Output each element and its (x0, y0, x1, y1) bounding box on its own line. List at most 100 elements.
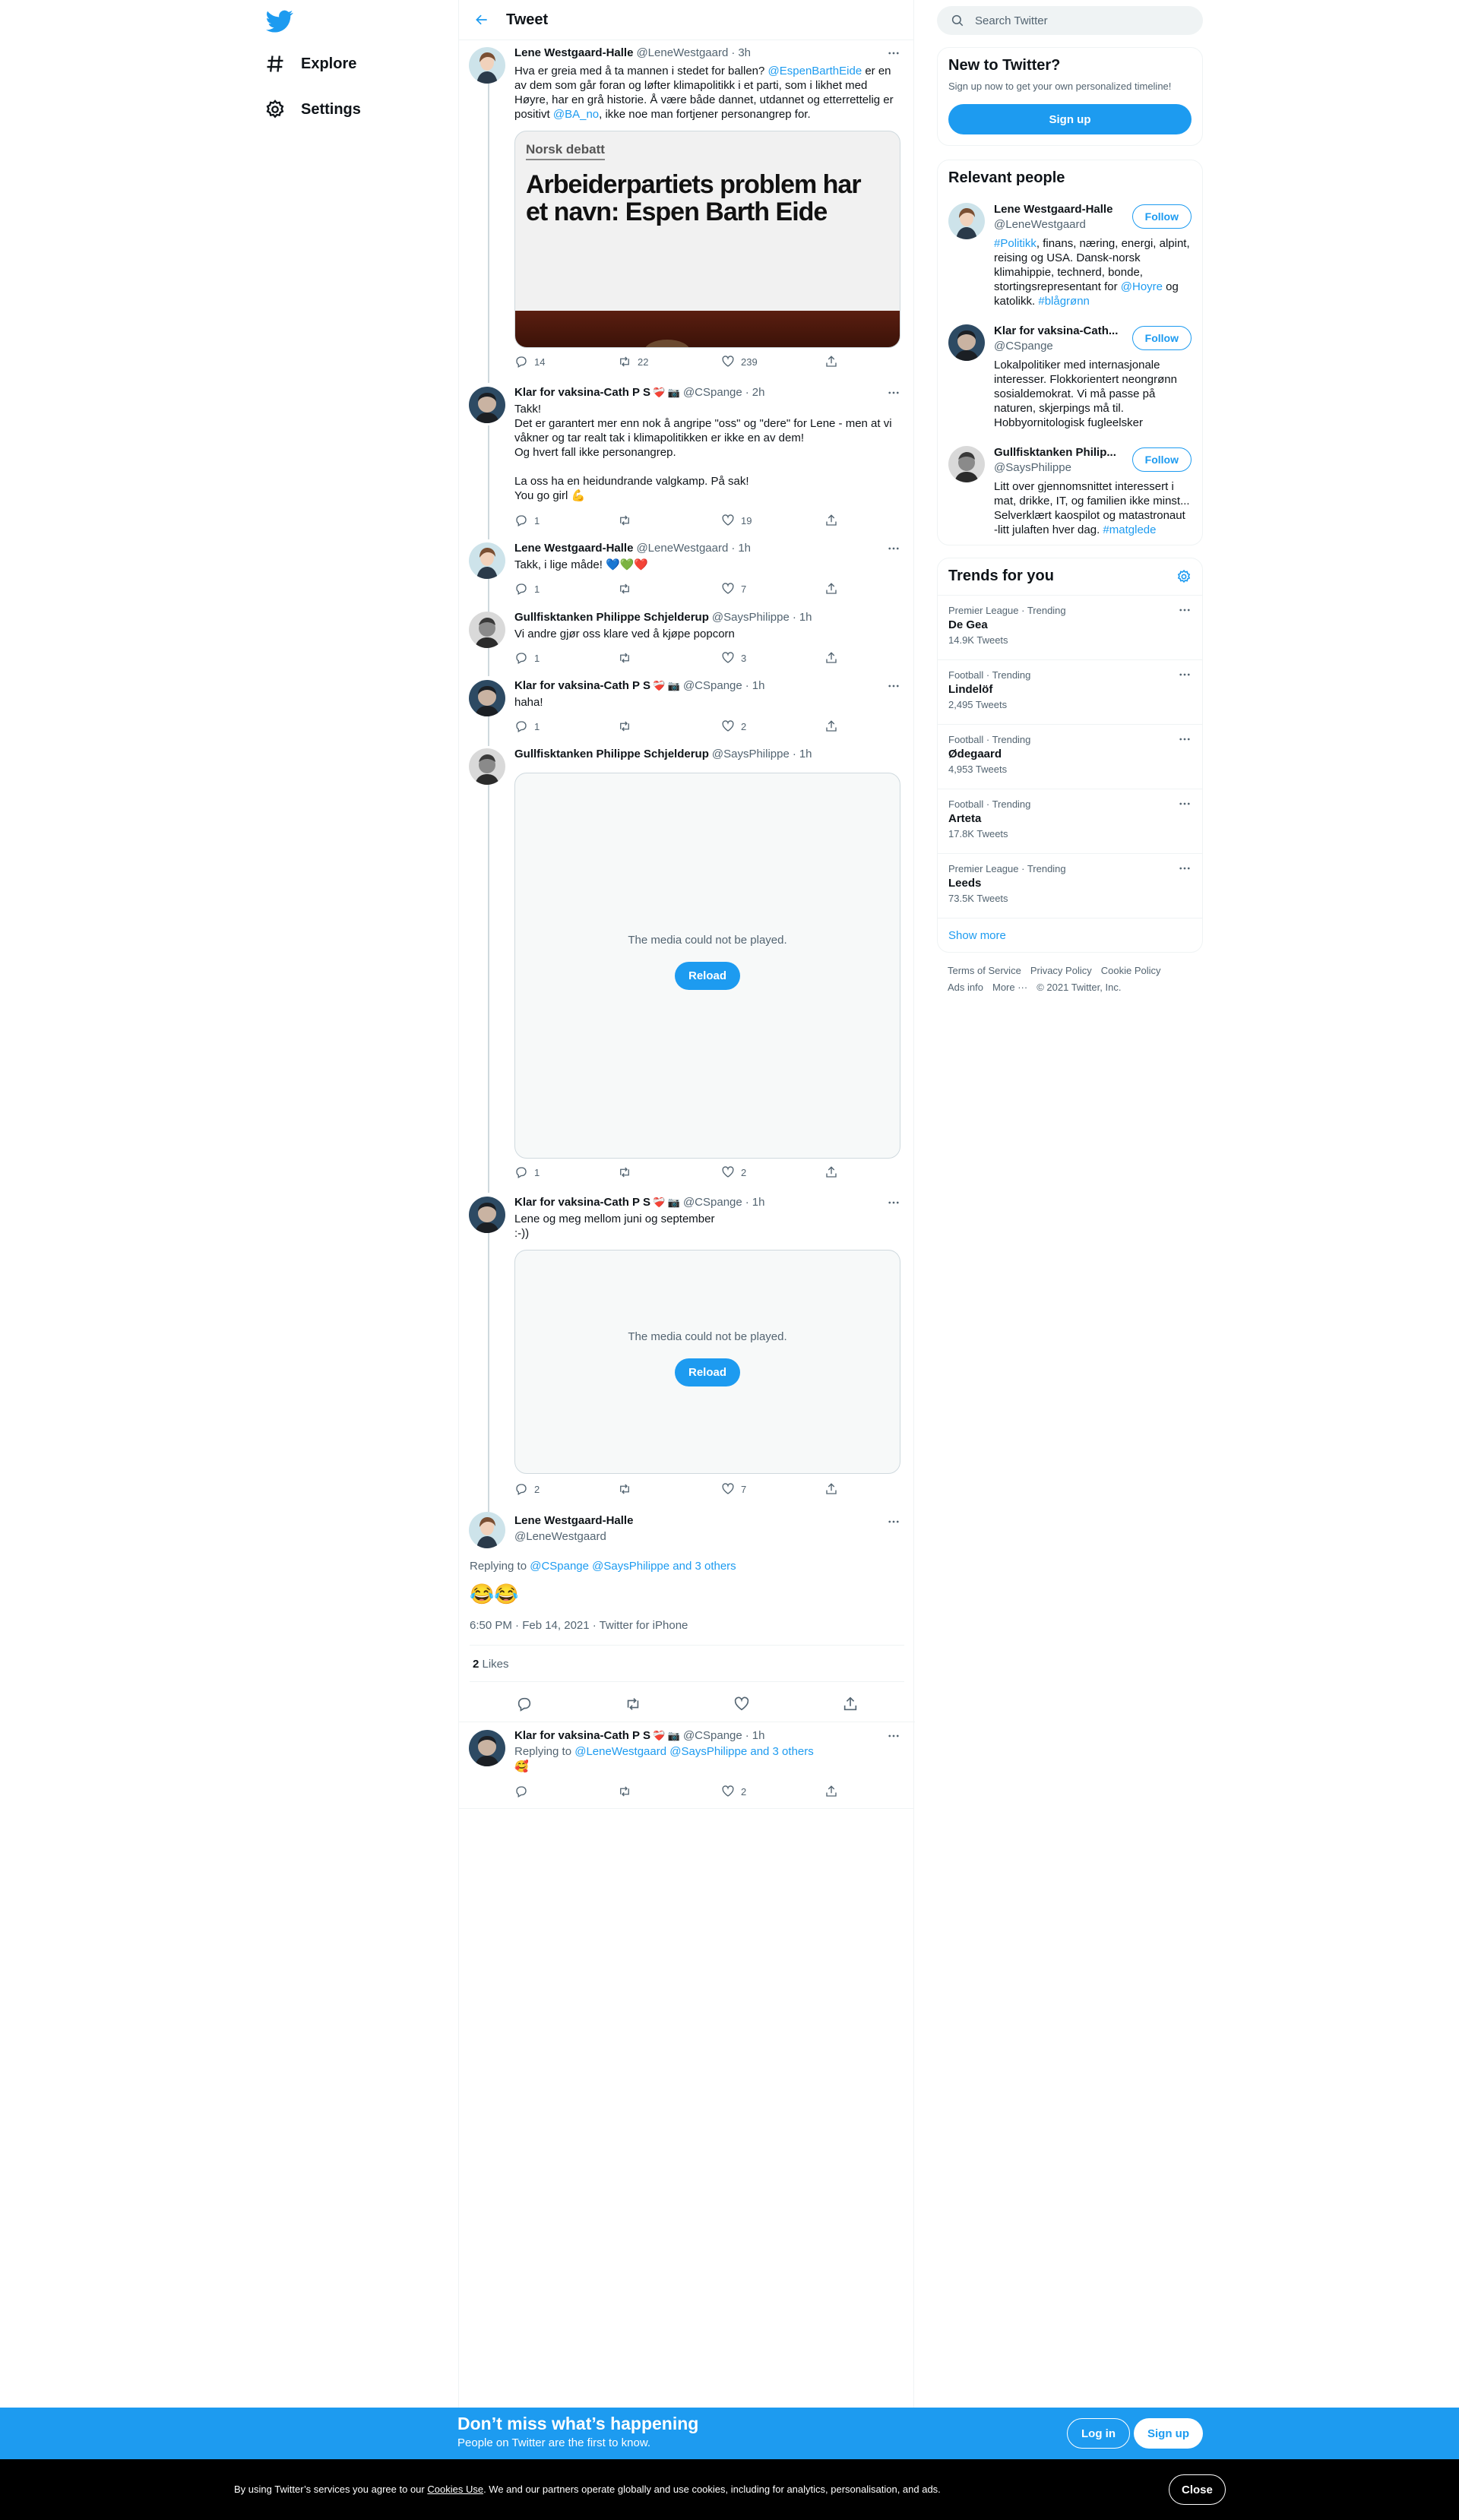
tweet-time[interactable]: 1h (738, 541, 751, 556)
ads-info-link[interactable]: Ads info (948, 982, 983, 993)
reply-button[interactable]: 14 (514, 355, 618, 368)
more-options-icon[interactable] (1178, 732, 1192, 746)
avatar[interactable] (469, 1730, 505, 1766)
retweet-button[interactable] (618, 1165, 721, 1179)
person-card[interactable]: Klar for vaksina-Cath... @CSpange Follow… (948, 324, 1192, 438)
avatar[interactable] (948, 203, 985, 239)
like-button[interactable]: 2 (721, 719, 824, 733)
share-button[interactable] (824, 1785, 928, 1798)
share-button[interactable] (824, 582, 928, 596)
avatar[interactable] (469, 47, 505, 84)
cookies-use-link[interactable]: Cookies Use (427, 2484, 483, 2495)
more-options-icon[interactable] (1178, 603, 1192, 617)
reload-button[interactable]: Reload (674, 1358, 740, 1386)
trend-item[interactable]: Football · Trending Lindelöf 2,495 Tweet… (938, 659, 1202, 724)
avatar[interactable] (469, 680, 505, 716)
trend-item[interactable]: Football · Trending Ødegaard 4,953 Tweet… (938, 724, 1202, 789)
author-name[interactable]: Klar for vaksina-Cath P S (514, 1728, 650, 1744)
mention-link[interactable]: @EspenBarthEide (768, 65, 862, 77)
terms-link[interactable]: Terms of Service (948, 965, 1021, 976)
share-button[interactable] (824, 719, 928, 733)
tweet-time[interactable]: 3h (738, 46, 751, 61)
retweet-button[interactable] (618, 651, 721, 665)
more-options-icon[interactable] (883, 1195, 904, 1210)
author-handle[interactable]: @SaysPhilippe (712, 747, 790, 762)
avatar[interactable] (948, 446, 985, 482)
mention-link[interactable]: @Hoyre (1121, 280, 1163, 293)
tweet[interactable]: Lene Westgaard-Halle @LeneWestgaard · 3h… (459, 46, 915, 380)
person-handle[interactable]: @SaysPhilippe (994, 461, 1071, 474)
hashtag-link[interactable]: #blågrønn (1038, 295, 1090, 308)
author-handle[interactable]: @CSpange (683, 678, 742, 694)
share-icon[interactable] (842, 1696, 859, 1712)
more-options-icon[interactable] (1178, 797, 1192, 811)
more-link[interactable]: More ··· (992, 982, 1027, 993)
more-options-icon[interactable] (883, 541, 904, 556)
author-handle[interactable]: @LeneWestgaard (636, 46, 728, 61)
author-name[interactable]: Lene Westgaard-Halle (514, 1514, 633, 1527)
nav-explore[interactable]: Explore (264, 49, 356, 79)
reply-button[interactable]: 1 (514, 514, 618, 527)
heart-icon[interactable] (733, 1696, 750, 1712)
tweet[interactable]: Lene Westgaard-Halle @LeneWestgaard · 1h… (459, 541, 915, 602)
twitter-logo-icon[interactable] (266, 8, 293, 35)
reload-button[interactable]: Reload (674, 962, 740, 990)
tweet-time[interactable]: 1h (752, 1195, 765, 1210)
hashtag-link[interactable]: #Politikk (994, 237, 1036, 250)
author-name[interactable]: Lene Westgaard-Halle (514, 46, 633, 61)
more-options-icon[interactable] (883, 1728, 904, 1744)
person-name[interactable]: Lene Westgaard-Halle (994, 203, 1112, 216)
reply-button[interactable]: 2 (514, 1482, 618, 1496)
tweet[interactable]: Klar for vaksina-Cath P S ❤️‍🩹 📷 @CSpang… (459, 385, 915, 533)
reply-button[interactable]: 1 (514, 651, 618, 665)
author-name[interactable]: Gullfisktanken Philippe Schjelderup (514, 747, 709, 762)
gear-icon[interactable] (1176, 569, 1192, 584)
person-card[interactable]: Lene Westgaard-Halle @LeneWestgaard Foll… (948, 203, 1192, 317)
retweet-button[interactable]: 22 (618, 355, 721, 368)
more-options-icon[interactable] (883, 385, 904, 400)
tweet-time[interactable]: 1h (752, 1728, 765, 1744)
retweet-button[interactable] (618, 1482, 721, 1496)
trend-item[interactable]: Premier League · Trending De Gea 14.9K T… (938, 595, 1202, 659)
tweet[interactable]: Gullfisktanken Philippe Schjelderup @Say… (459, 747, 915, 1184)
reply-icon[interactable] (516, 1696, 533, 1712)
person-card[interactable]: Gullfisktanken Philip... @SaysPhilippe F… (948, 446, 1192, 537)
like-button[interactable]: 239 (721, 355, 824, 368)
avatar[interactable] (469, 1512, 505, 1548)
replying-users-link[interactable]: @CSpange @SaysPhilippe and 3 others (530, 1560, 736, 1573)
share-button[interactable] (824, 1165, 928, 1179)
retweet-button[interactable] (618, 719, 721, 733)
author-name[interactable]: Klar for vaksina-Cath P S (514, 385, 650, 400)
tweet-time[interactable]: 1h (799, 610, 812, 625)
nav-settings[interactable]: Settings (264, 94, 361, 125)
close-button[interactable]: Close (1169, 2474, 1226, 2505)
hashtag-link[interactable]: #matglede (1103, 523, 1156, 536)
author-handle[interactable]: @CSpange (683, 1195, 742, 1210)
avatar[interactable] (469, 748, 505, 785)
author-name[interactable]: Lene Westgaard-Halle (514, 541, 633, 556)
author-handle[interactable]: @CSpange (683, 385, 742, 400)
author-handle[interactable]: @LeneWestgaard (514, 1530, 606, 1543)
tweet[interactable]: Gullfisktanken Philippe Schjelderup @Say… (459, 610, 915, 671)
avatar[interactable] (469, 387, 505, 423)
tweet[interactable]: Klar for vaksina-Cath P S ❤️‍🩹 📷 @CSpang… (459, 1195, 915, 1499)
follow-button[interactable]: Follow (1131, 447, 1192, 472)
sign-up-button[interactable]: Sign up (1134, 2418, 1203, 2449)
tweet-time[interactable]: 1h (799, 747, 812, 762)
tweet-time[interactable]: 1h (752, 678, 765, 694)
person-name[interactable]: Gullfisktanken Philip... (994, 446, 1116, 459)
more-options-icon[interactable] (1178, 668, 1192, 681)
more-options-icon[interactable] (883, 46, 904, 61)
tweet-time[interactable]: 2h (752, 385, 765, 400)
share-button[interactable] (824, 514, 928, 527)
author-name[interactable]: Gullfisktanken Philippe Schjelderup (514, 610, 709, 625)
follow-button[interactable]: Follow (1131, 326, 1192, 350)
reply-button[interactable]: 1 (514, 1165, 618, 1179)
more-options-icon[interactable] (883, 678, 904, 694)
retweet-button[interactable] (618, 582, 721, 596)
video-player[interactable]: The media could not be played. Reload (514, 773, 900, 1159)
reply-button[interactable]: 1 (514, 582, 618, 596)
link-card[interactable]: Norsk debatt Arbeiderpartiets problem ha… (514, 131, 900, 348)
replying-users-link[interactable]: @LeneWestgaard @SaysPhilippe and 3 other… (574, 1745, 814, 1758)
privacy-link[interactable]: Privacy Policy (1030, 965, 1092, 976)
